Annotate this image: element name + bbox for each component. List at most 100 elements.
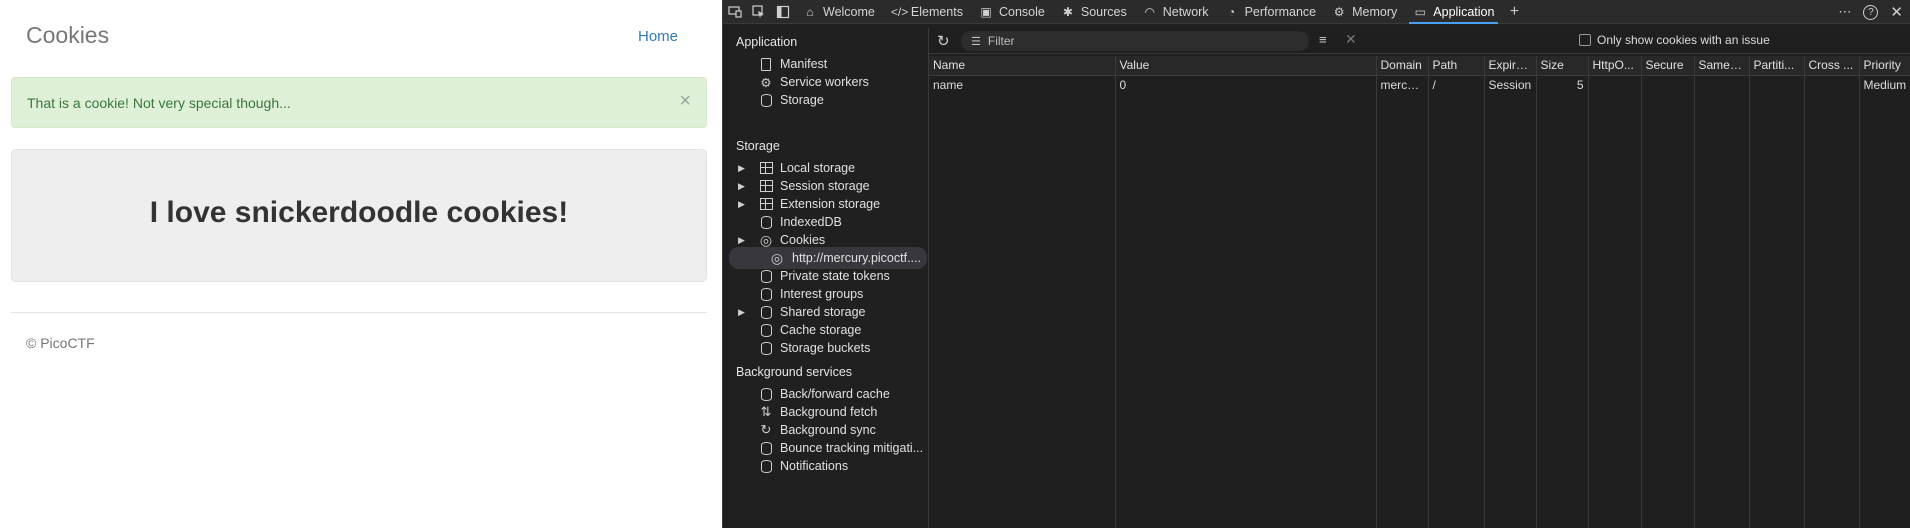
column-header-name[interactable]: Name [929,56,1116,76]
database-icon [758,458,774,474]
database-icon [758,304,774,320]
column-divider [1749,75,1750,528]
cell-value[interactable]: 0 [1115,75,1377,94]
cell-cross-site[interactable] [1804,75,1860,94]
sidebar-item-storage-overview[interactable]: Storage [723,89,928,111]
section-title-background-services: Background services [736,365,853,379]
dock-sidebar-icon[interactable] [771,0,795,24]
expand-arrow-icon[interactable]: ▶ [738,181,745,192]
column-header-priority[interactable]: Priority [1859,56,1910,76]
sidebar-item-label: Bounce tracking mitigati... [780,441,924,455]
performance-icon: ◔ [1227,4,1236,19]
column-header-expires[interactable]: Expire... [1484,56,1537,76]
sidebar-item-label: Notifications [780,459,849,473]
cell-domain[interactable]: mercu... [1376,75,1429,94]
only-issues-label: Only show cookies with an issue [1597,33,1770,47]
sidebar-item-label: Cookies [780,233,826,247]
database-icon [758,440,774,456]
column-header-cross-site[interactable]: Cross ... [1804,56,1860,76]
device-emulation-icon[interactable] [723,0,747,24]
cookies-table: Name Value Domain Path Expire... Size Ht… [929,56,1910,94]
sidebar-item-label: http://mercury.picoctf.... [792,251,921,265]
tab-welcome-label: Welcome [823,4,875,19]
console-icon: ▣ [980,4,992,19]
filter-icon: ☰ [971,35,981,48]
delete-selected-icon[interactable]: ✕ [1345,31,1357,48]
nav-home-link[interactable]: Home [638,28,678,45]
cell-priority[interactable]: Medium [1859,75,1910,94]
tab-sources[interactable]: ✱ Sources [1053,0,1135,24]
more-options-icon[interactable]: ⋯ [1838,4,1851,20]
expand-arrow-icon[interactable]: ▶ [738,235,745,246]
sidebar-item-label: Extension storage [780,197,881,211]
inspect-element-icon[interactable] [747,0,771,24]
expand-arrow-icon[interactable]: ▶ [738,199,745,210]
table-grid-icon [758,178,774,194]
clear-all-cookies-icon[interactable]: ≡ [1319,32,1327,47]
cell-name[interactable]: name [929,75,1116,94]
filter-input[interactable]: ☰ Filter [961,31,1309,51]
tab-elements[interactable]: </> Elements [883,0,971,24]
sync-icon: ↻ [760,422,772,437]
cell-path[interactable]: / [1428,75,1485,94]
expand-arrow-icon[interactable]: ▶ [738,307,745,318]
cell-samesite[interactable] [1694,75,1750,94]
code-icon: </> [890,4,909,19]
alert-close-button[interactable]: × [679,91,691,111]
column-divider [1804,75,1805,528]
bug-icon: ✱ [1062,4,1073,19]
cell-partition[interactable] [1749,75,1805,94]
devtools-window-controls: ⋯ ? ✕ [1838,0,1903,24]
sidebar-item-label: Shared storage [780,305,866,319]
column-divider [1428,75,1429,528]
up-down-arrows-icon: ⇅ [760,404,772,419]
column-divider [1484,75,1485,528]
tab-network[interactable]: ◠ Network [1135,0,1217,24]
jumbotron: I love snickerdoodle cookies! [11,149,707,282]
cell-secure[interactable] [1641,75,1695,94]
column-header-size[interactable]: Size [1536,56,1589,76]
tab-performance[interactable]: ◔ Performance [1217,0,1325,24]
cell-httponly[interactable] [1588,75,1642,94]
column-header-partition[interactable]: Partiti... [1749,56,1805,76]
sidebar-item-storage-buckets[interactable]: Storage buckets [723,337,928,359]
sidebar-item-notifications[interactable]: Notifications [723,455,928,477]
alert-message: That is a cookie! Not very special thoug… [27,95,291,111]
column-header-domain[interactable]: Domain [1376,56,1429,76]
database-icon [758,92,774,108]
cookie-icon: ◎ [759,231,773,248]
column-header-path[interactable]: Path [1428,56,1485,76]
tab-console[interactable]: ▣ Console [971,0,1053,24]
devtools-panel: ⌂ Welcome </> Elements ▣ Console ✱ Sources ◠… [722,0,1910,528]
sidebar-item-label: Interest groups [780,287,864,301]
table-grid-icon [758,160,774,176]
column-header-secure[interactable]: Secure [1641,56,1695,76]
application-sidebar: Application Manifest ⚙ Service workers S… [723,28,929,528]
filter-placeholder: Filter [987,34,1015,48]
add-tab-icon[interactable]: + [1502,0,1526,24]
table-grid-icon [758,196,774,212]
refresh-icon[interactable]: ↻ [937,32,950,50]
tab-application[interactable]: ▭ Application [1405,0,1502,24]
only-issues-checkbox[interactable] [1579,34,1591,46]
tab-memory[interactable]: ⚙ Memory [1324,0,1405,24]
cell-size[interactable]: 5 [1536,75,1589,94]
close-icon[interactable]: ✕ [1890,3,1903,21]
table-row[interactable]: name 0 mercu... / Session 5 Medium [929,75,1910,94]
footer-divider [11,312,707,313]
site-brand[interactable]: Cookies [26,22,109,49]
web-page: Cookies Home That is a cookie! Not very … [0,0,722,528]
table-header-row: Name Value Domain Path Expire... Size Ht… [929,56,1910,76]
cookie-icon: ◎ [770,249,784,266]
expand-arrow-icon[interactable]: ▶ [738,163,745,174]
column-header-httponly[interactable]: HttpO... [1588,56,1642,76]
column-header-samesite[interactable]: SameS... [1694,56,1750,76]
help-icon[interactable]: ? [1863,4,1879,20]
sidebar-item-label: Background fetch [780,405,878,419]
cell-expires[interactable]: Session [1484,75,1537,94]
document-icon [758,56,774,72]
column-header-value[interactable]: Value [1115,56,1377,76]
column-divider [1588,75,1589,528]
column-divider [1536,75,1537,528]
tab-welcome[interactable]: ⌂ Welcome [795,0,883,24]
